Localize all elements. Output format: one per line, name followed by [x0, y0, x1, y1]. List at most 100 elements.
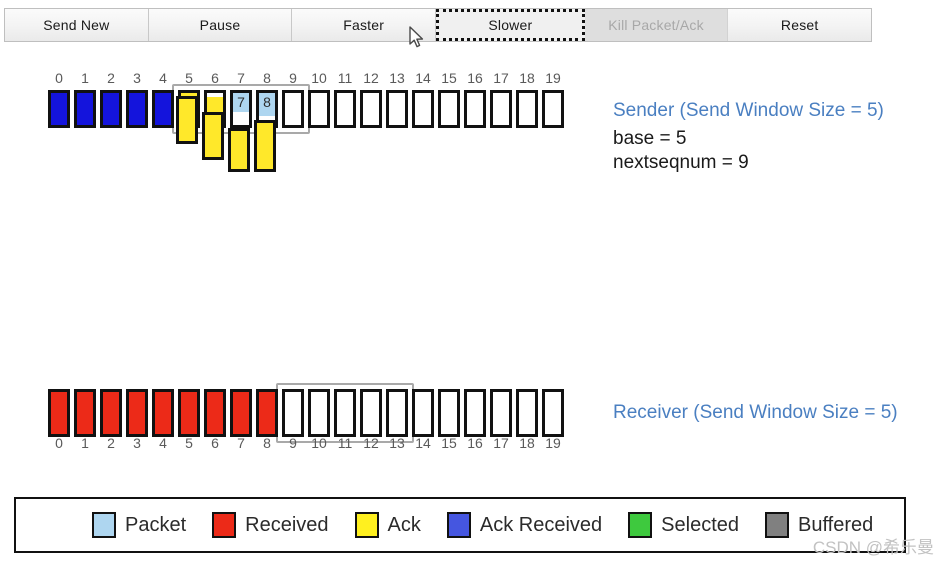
receiver-slot-9[interactable] [282, 389, 304, 437]
sender-slot-11[interactable] [334, 90, 356, 128]
sender-slot-17[interactable] [490, 90, 512, 128]
receiver-slot-7[interactable] [230, 389, 252, 437]
toolbar-button-faster[interactable]: Faster [292, 9, 437, 41]
receiver-slot-4[interactable] [152, 389, 174, 437]
sender-index-label: 6 [211, 70, 219, 86]
sender-index-label: 15 [441, 70, 457, 86]
packet-fill [155, 93, 171, 125]
packet-seq-number: 7 [237, 94, 245, 110]
receiver-slot-0[interactable] [48, 389, 70, 437]
sender-index-label: 1 [81, 70, 89, 86]
receiver-index-label: 17 [493, 435, 509, 451]
sender-slot-1[interactable] [74, 90, 96, 128]
legend-item: Ack [354, 512, 421, 538]
packet-fill [233, 392, 249, 434]
toolbar-button-slower[interactable]: Slower [436, 9, 585, 41]
watermark-text: CSDN @希乐曼 [812, 538, 934, 557]
receiver-slot-15[interactable] [438, 389, 460, 437]
in-flight-ack-8[interactable] [254, 120, 276, 172]
legend-panel: Packet Received Ack Ack Received Selected Buf… [14, 497, 906, 553]
receiver-slot-16[interactable] [464, 389, 486, 437]
toolbar-button-reset[interactable]: Reset [728, 9, 872, 41]
receiver-slot-1[interactable] [74, 389, 96, 437]
sender-slot-13[interactable] [386, 90, 408, 128]
sender-slot-3[interactable] [126, 90, 148, 128]
receiver-slot-18[interactable] [516, 389, 538, 437]
toolbar-button-label: Pause [199, 17, 241, 33]
sender-index-label: 5 [185, 70, 193, 86]
sender-index-label: 2 [107, 70, 115, 86]
legend-label: Ack Received [479, 513, 603, 536]
legend-label: Ack [387, 513, 421, 536]
receiver-index-label: 6 [211, 435, 219, 451]
receiver-slot-12[interactable] [360, 389, 382, 437]
receiver-index-label: 10 [311, 435, 327, 451]
receiver-slot-5[interactable] [178, 389, 200, 437]
sender-slot-16[interactable] [464, 90, 486, 128]
receiver-index-label: 4 [159, 435, 167, 451]
receiver-index-label: 12 [363, 435, 379, 451]
sender-title: Sender (Send Window Size = 5) [613, 100, 884, 121]
sender-index-label: 7 [237, 70, 245, 86]
packet-fill [103, 392, 119, 434]
sender-slot-12[interactable] [360, 90, 382, 128]
sender-slot-4[interactable] [152, 90, 174, 128]
receiver-index-label: 13 [389, 435, 405, 451]
toolbar-button-label: Send New [43, 17, 110, 33]
receiver-index-label: 5 [185, 435, 193, 451]
sender-index-label: 19 [545, 70, 561, 86]
toolbar-button-label: Faster [343, 17, 385, 33]
legend-swatch-buffered [765, 512, 790, 538]
in-flight-ack-6[interactable] [202, 112, 224, 160]
sender-slot-14[interactable] [412, 90, 434, 128]
packet-fill [181, 392, 197, 434]
receiver-slot-11[interactable] [334, 389, 356, 437]
receiver-index-label: 9 [289, 435, 297, 451]
sender-index-label: 8 [263, 70, 271, 86]
legend-label: Received [245, 513, 329, 536]
receiver-slot-17[interactable] [490, 389, 512, 437]
receiver-slot-2[interactable] [100, 389, 122, 437]
sender-index-label: 3 [133, 70, 141, 86]
sender-index-label: 14 [415, 70, 431, 86]
sender-slot-7[interactable]: 7 [230, 90, 252, 128]
receiver-slot-10[interactable] [308, 389, 330, 437]
toolbar-button-send-new[interactable]: Send New [5, 9, 149, 41]
packet-fill [155, 392, 171, 434]
receiver-slot-6[interactable] [204, 389, 226, 437]
sender-slot-0[interactable] [48, 90, 70, 128]
sender-index-label: 0 [55, 70, 63, 86]
sender-slot-10[interactable] [308, 90, 330, 128]
receiver-title: Receiver (Send Window Size = 5) [613, 402, 898, 423]
receiver-index-label: 8 [263, 435, 271, 451]
legend-label: Packet [125, 513, 187, 536]
receiver-slot-8[interactable] [256, 389, 278, 437]
sender-slot-18[interactable] [516, 90, 538, 128]
packet-fill [51, 93, 67, 125]
receiver-slot-13[interactable] [386, 389, 408, 437]
sender-slot-2[interactable] [100, 90, 122, 128]
packet-fill [51, 392, 67, 434]
toolbar-button-label: Slower [488, 17, 533, 33]
sender-index-label: 10 [311, 70, 327, 86]
receiver-index-label: 15 [441, 435, 457, 451]
packet-fill [207, 392, 223, 434]
receiver-slot-3[interactable] [126, 389, 148, 437]
toolbar-button-label: Kill Packet/Ack [608, 17, 704, 33]
receiver-index-label: 2 [107, 435, 115, 451]
sender-slot-19[interactable] [542, 90, 564, 128]
packet-fill [103, 93, 119, 125]
packet-fill [129, 392, 145, 434]
receiver-slot-19[interactable] [542, 389, 564, 437]
sender-slot-15[interactable] [438, 90, 460, 128]
control-toolbar: Send New Pause Faster Slower Kill Packet/Ack… [4, 8, 872, 42]
legend-swatch-packet [92, 512, 116, 538]
in-flight-ack-7[interactable] [228, 128, 250, 172]
receiver-slot-14[interactable] [412, 389, 434, 437]
receiver-index-label: 7 [237, 435, 245, 451]
sender-index-label: 16 [467, 70, 483, 86]
receiver-index-label: 18 [519, 435, 535, 451]
in-flight-ack-5[interactable] [176, 96, 198, 144]
sender-slot-9[interactable] [282, 90, 304, 128]
toolbar-button-pause[interactable]: Pause [148, 9, 293, 41]
